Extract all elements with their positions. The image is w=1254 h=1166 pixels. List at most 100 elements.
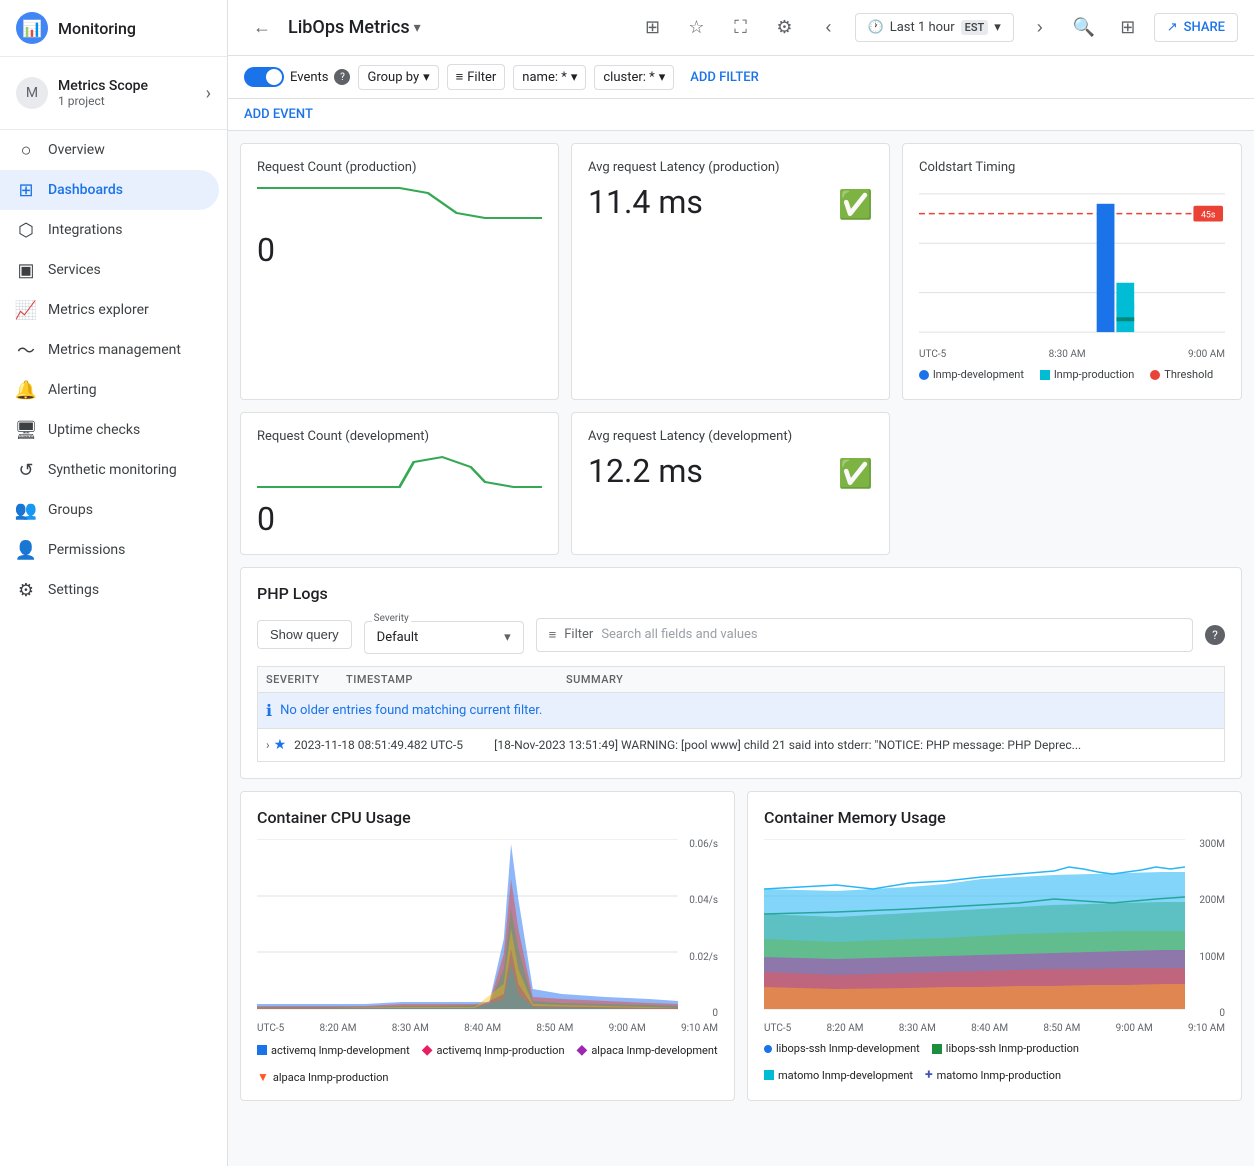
logs-table: SEVERITY TIMESTAMP SUMMARY ℹ No older en… — [257, 666, 1225, 762]
sidebar-nav: ○ Overview ⊞ Dashboards ⬡ Integrations ▣… — [0, 130, 227, 610]
sidebar-item-permissions[interactable]: 👤 Permissions — [0, 530, 219, 570]
logs-filter-search[interactable]: ≡ Filter Search all fields and values — [536, 618, 1193, 652]
cluster-filter-label: cluster: * — [603, 70, 654, 85]
legend-libops-ssh-dev-color — [764, 1045, 772, 1053]
legend-alpaca-dev: ◆ alpaca lnmp-development — [577, 1042, 718, 1058]
synthetic-monitoring-icon: ↺ — [16, 460, 36, 480]
help-icon[interactable]: ? — [334, 69, 350, 85]
scope-name: Metrics Scope — [58, 78, 196, 94]
filter-icon: ≡ — [456, 69, 464, 85]
log-star-icon[interactable]: ★ — [274, 737, 287, 753]
toggle-knob — [266, 69, 282, 85]
legend-lnmp-prod-label: lnmp-production — [1054, 368, 1134, 381]
cpu-y-label-1: 0.04/s — [689, 895, 718, 906]
memory-y-label-0: 300M — [1199, 839, 1225, 850]
uptime-checks-icon: 🖥 — [16, 420, 36, 440]
sidebar-item-label: Alerting — [48, 382, 97, 398]
share-button[interactable]: ↗ SHARE — [1154, 13, 1238, 42]
time-range-label: Last 1 hour — [890, 20, 955, 35]
cpu-y-labels: 0.06/s 0.04/s 0.02/s 0 — [689, 839, 718, 1019]
settings-button[interactable]: ⚙ — [767, 10, 803, 46]
sidebar-item-metrics-management[interactable]: 〜 Metrics management — [0, 330, 219, 370]
log-expand-icon[interactable]: › — [266, 738, 270, 752]
sidebar-item-overview[interactable]: ○ Overview — [0, 130, 219, 170]
cpu-x-900: 9:00 AM — [609, 1023, 646, 1034]
expand-button[interactable]: ⛶ — [723, 10, 759, 46]
name-filter-chip[interactable]: name: * ▾ — [513, 65, 586, 90]
sidebar-item-uptime-checks[interactable]: 🖥 Uptime checks — [0, 410, 219, 450]
sidebar-item-services[interactable]: ▣ Services — [0, 250, 219, 290]
legend-activemq-dev-color — [257, 1045, 267, 1055]
severity-selector[interactable]: Severity Default ▾ — [364, 621, 524, 654]
group-by-chip[interactable]: Group by ▾ — [358, 65, 438, 90]
events-toggle[interactable]: Events ? — [244, 67, 350, 87]
memory-y-labels: 300M 200M 100M 0 — [1199, 839, 1225, 1019]
app-title: Monitoring — [58, 19, 136, 38]
coldstart-card: Coldstart Timing 45s — [902, 143, 1242, 400]
sidebar-item-dashboards[interactable]: ⊞ Dashboards — [0, 170, 219, 210]
show-query-button[interactable]: Show query — [257, 620, 352, 649]
cpu-x-840: 8:40 AM — [464, 1023, 501, 1034]
sidebar-item-groups[interactable]: 👥 Groups — [0, 490, 219, 530]
log-summary: [18-Nov-2023 13:51:49] WARNING: [pool ww… — [494, 738, 1216, 752]
share-icon: ↗ — [1167, 20, 1178, 35]
services-icon: ▣ — [16, 260, 36, 280]
legend-lnmp-prod: lnmp-production — [1040, 368, 1134, 381]
logs-toolbar: Show query Severity Default ▾ ≡ Filter S… — [257, 615, 1225, 654]
severity-dropdown-icon: ▾ — [504, 630, 511, 645]
php-logs-card: PHP Logs Show query Severity Default ▾ ≡… — [240, 567, 1242, 779]
sidebar-item-label: Uptime checks — [48, 422, 140, 438]
memory-chart-title: Container Memory Usage — [764, 808, 1225, 827]
time-range-selector[interactable]: 🕐 Last 1 hour EST ▾ — [855, 13, 1014, 42]
nav-prev-button[interactable]: ‹ — [811, 10, 847, 46]
add-event-button[interactable]: ADD EVENT — [228, 99, 1254, 131]
sidebar-item-label: Services — [48, 262, 101, 278]
share-label: SHARE — [1184, 20, 1225, 35]
sidebar-item-settings[interactable]: ⚙ Settings — [0, 570, 219, 610]
memory-x-840: 8:40 AM — [971, 1023, 1008, 1034]
sidebar-item-integrations[interactable]: ⬡ Integrations — [0, 210, 219, 250]
toggle-switch[interactable] — [244, 67, 284, 87]
scope-item[interactable]: M Metrics Scope 1 project › — [0, 69, 227, 117]
cpu-x-axis: UTC-5 8:20 AM 8:30 AM 8:40 AM 8:50 AM 9:… — [257, 1023, 718, 1034]
placeholder-spacer — [902, 412, 1242, 555]
back-button[interactable]: ← — [244, 10, 280, 46]
avg-latency-prod-value: 11.4 ms — [588, 183, 703, 221]
severity-select-dropdown[interactable]: Default ▾ — [364, 621, 524, 654]
filter-label: Filter — [467, 70, 496, 85]
fullscreen-icon-button[interactable]: ⊞ — [635, 10, 671, 46]
nav-next-button[interactable]: › — [1022, 10, 1058, 46]
legend-libops-ssh-prod: libops-ssh lnmp-production — [932, 1042, 1079, 1055]
legend-activemq-dev: activemq lnmp-development — [257, 1042, 410, 1058]
sidebar: 📊 Monitoring M Metrics Scope 1 project ›… — [0, 0, 228, 1166]
log-entry-row[interactable]: › ★ 2023-11-18 08:51:49.482 UTC-5 [18-No… — [257, 729, 1225, 762]
sidebar-item-metrics-explorer[interactable]: 📈 Metrics explorer — [0, 290, 219, 330]
filter-search-placeholder: Search all fields and values — [601, 627, 757, 642]
logs-help-icon[interactable]: ? — [1205, 625, 1225, 645]
star-button[interactable]: ☆ — [679, 10, 715, 46]
group-by-dropdown-icon: ▾ — [423, 70, 430, 85]
memory-y-label-2: 100M — [1199, 952, 1225, 963]
settings-icon: ⚙ — [16, 580, 36, 600]
timezone-label: EST — [961, 20, 989, 35]
cpu-x-utc: UTC-5 — [257, 1023, 284, 1034]
title-dropdown-icon[interactable]: ▾ — [414, 20, 421, 36]
legend-activemq-prod: ◆ activemq lnmp-production — [422, 1042, 565, 1058]
add-filter-button[interactable]: ADD FILTER — [682, 66, 767, 89]
sidebar-item-synthetic-monitoring[interactable]: ↺ Synthetic monitoring — [0, 450, 219, 490]
scope-chevron-icon: › — [206, 83, 211, 104]
topbar: ← LibOps Metrics ▾ ⊞ ☆ ⛶ ⚙ ‹ 🕐 Last 1 ho… — [228, 0, 1254, 56]
legend-activemq-prod-icon: ◆ — [422, 1042, 433, 1058]
severity-value: Default — [377, 630, 419, 645]
sidebar-item-label: Overview — [48, 142, 105, 158]
request-count-prod-title: Request Count (production) — [257, 160, 542, 175]
coldstart-legend: lnmp-development lnmp-production Thresho… — [919, 368, 1225, 381]
legend-libops-ssh-dev: libops-ssh lnmp-development — [764, 1042, 920, 1055]
sidebar-item-alerting[interactable]: 🔔 Alerting — [0, 370, 219, 410]
legend-matomo-dev-label: matomo lnmp-development — [778, 1069, 913, 1082]
cluster-filter-chip[interactable]: cluster: * ▾ — [594, 65, 674, 90]
filter-chip[interactable]: ≡ Filter — [447, 64, 506, 90]
search-button[interactable]: 🔍 — [1066, 10, 1102, 46]
more-options-button[interactable]: ⊞ — [1110, 10, 1146, 46]
legend-lnmp-dev: lnmp-development — [919, 368, 1024, 381]
